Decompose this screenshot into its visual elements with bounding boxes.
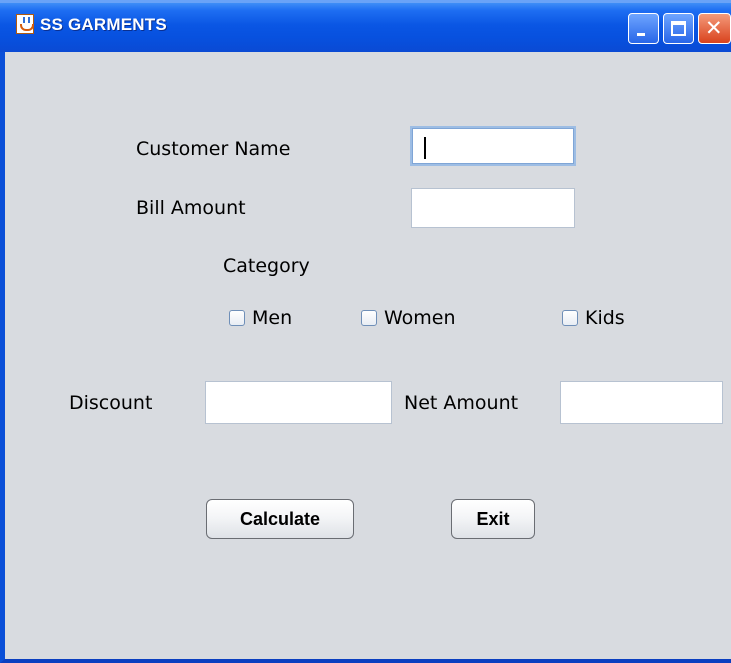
bill-amount-label: Bill Amount [136, 197, 246, 219]
category-women[interactable]: Women [361, 307, 456, 329]
close-icon: ✕ [705, 16, 723, 40]
discount-label: Discount [69, 392, 153, 414]
minimize-icon [637, 33, 645, 36]
calculate-button[interactable]: Calculate [206, 499, 354, 539]
customer-name-field[interactable] [410, 126, 576, 166]
kids-label: Kids [585, 307, 625, 329]
customer-name-label: Customer Name [136, 138, 291, 160]
net-amount-field[interactable] [560, 381, 723, 424]
window-title: SS GARMENTS [40, 15, 167, 34]
close-button[interactable]: ✕ [698, 13, 731, 44]
category-kids[interactable]: Kids [562, 307, 625, 329]
category-men[interactable]: Men [229, 307, 292, 329]
men-checkbox[interactable] [229, 310, 245, 326]
kids-checkbox[interactable] [562, 310, 578, 326]
java-cup-icon [16, 14, 34, 34]
men-label: Men [252, 307, 293, 329]
maximize-button[interactable] [663, 13, 694, 44]
exit-button[interactable]: Exit [451, 499, 535, 539]
maximize-icon [671, 21, 686, 36]
category-label: Category [223, 255, 310, 277]
women-label: Women [384, 307, 456, 329]
title-bar[interactable]: SS GARMENTS ✕ [0, 0, 731, 52]
bill-amount-field[interactable] [411, 188, 575, 228]
women-checkbox[interactable] [361, 310, 377, 326]
text-caret [424, 137, 426, 159]
net-amount-label: Net Amount [404, 392, 519, 414]
discount-field[interactable] [205, 381, 392, 424]
app-window: SS GARMENTS ✕ Customer Name Bill Amount … [0, 0, 731, 663]
minimize-button[interactable] [628, 13, 659, 44]
